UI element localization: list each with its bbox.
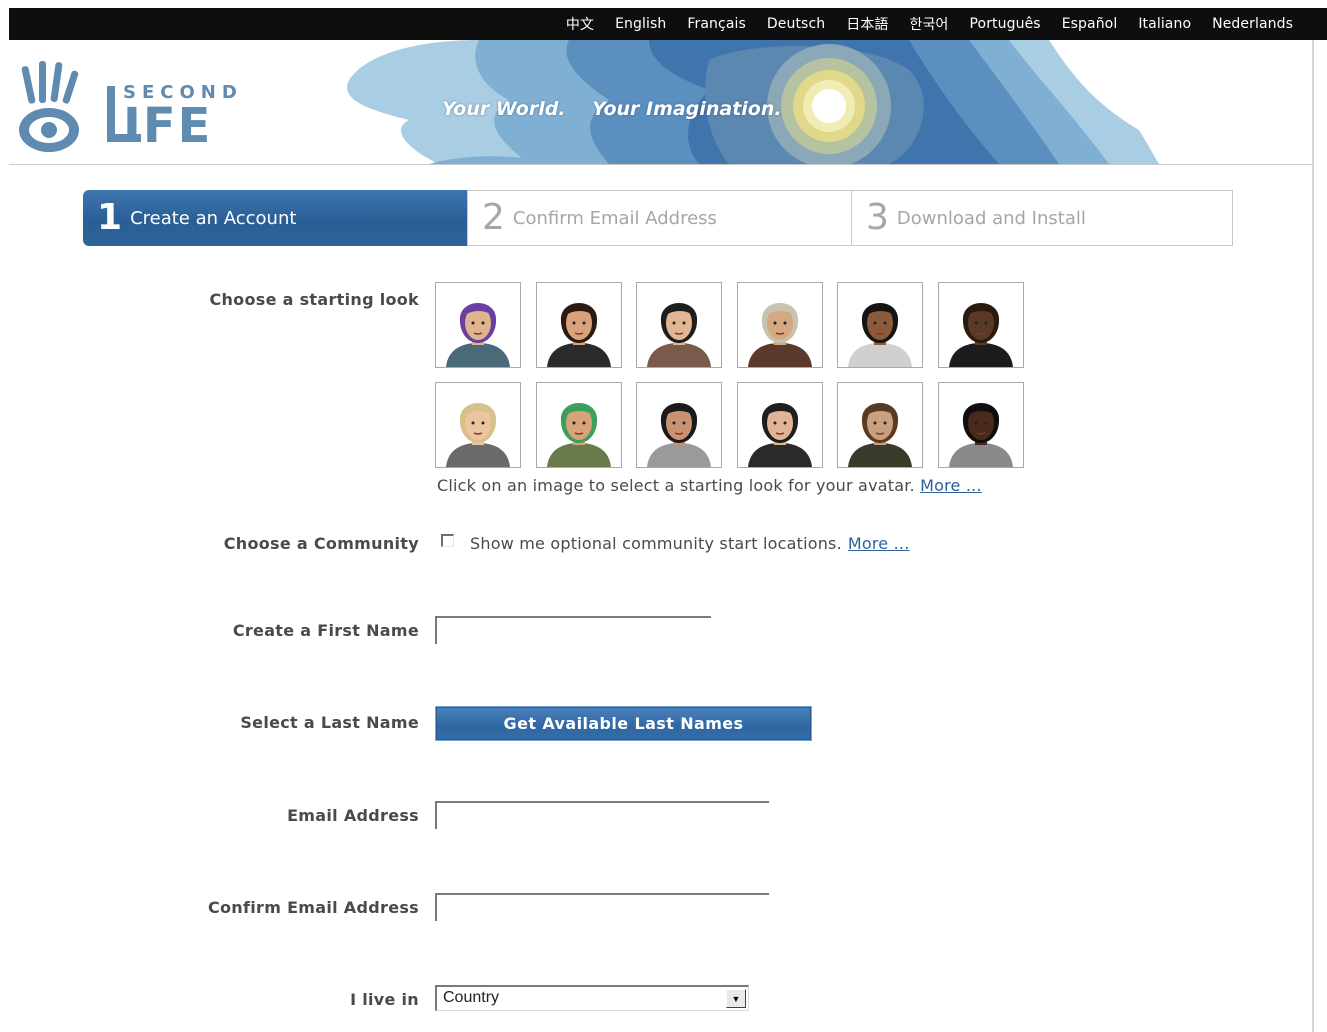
step-number: 2 bbox=[482, 197, 505, 238]
avatar-option-5[interactable] bbox=[837, 282, 923, 368]
step-label: Create an Account bbox=[130, 207, 297, 229]
header-banner: SECOND IFE Your World. Your Imagination. bbox=[9, 40, 1312, 165]
avatar-option-9[interactable] bbox=[636, 381, 722, 468]
avatar-help-text: Click on an image to select a starting l… bbox=[437, 476, 982, 495]
first-name-input[interactable] bbox=[435, 616, 711, 644]
community-checkbox[interactable] bbox=[441, 534, 454, 547]
lang-dutch[interactable]: Nederlands bbox=[1212, 16, 1293, 32]
step-number: 1 bbox=[97, 197, 123, 238]
avatar-option-8[interactable] bbox=[535, 381, 622, 468]
avatar-portrait-icon bbox=[546, 402, 611, 467]
lang-german[interactable]: Deutsch bbox=[767, 16, 825, 32]
lang-french[interactable]: Français bbox=[687, 16, 746, 32]
avatar-option-3[interactable] bbox=[636, 282, 722, 368]
avatar-option-10[interactable] bbox=[736, 381, 823, 468]
step-label: Download and Install bbox=[896, 207, 1086, 229]
confirm-email-input[interactable] bbox=[435, 893, 769, 921]
avatar-option-2[interactable] bbox=[535, 282, 622, 368]
language-bar: 中文 English Français Deutsch 日本語 한국어 Port… bbox=[9, 8, 1327, 40]
avatar-portrait-icon bbox=[948, 402, 1013, 467]
avatar-portrait-icon bbox=[747, 303, 812, 367]
language-list: 中文 English Français Deutsch 日本語 한국어 Port… bbox=[545, 8, 1293, 40]
email-label: Email Address bbox=[287, 806, 419, 825]
lang-italian[interactable]: Italiano bbox=[1138, 16, 1191, 32]
step-number: 3 bbox=[866, 197, 889, 238]
avatar-portrait-icon bbox=[546, 303, 611, 367]
dropdown-arrow-icon[interactable]: ▼ bbox=[726, 989, 746, 1008]
avatar-portrait-icon bbox=[848, 402, 912, 467]
community-checkbox-label: Show me optional community start locatio… bbox=[470, 534, 842, 553]
lang-spanish[interactable]: Español bbox=[1062, 16, 1118, 32]
step-label: Confirm Email Address bbox=[512, 207, 717, 229]
tagline-part-1: Your World. bbox=[442, 98, 566, 120]
lang-english[interactable]: English bbox=[615, 16, 666, 32]
get-last-names-button[interactable]: Get Available Last Names bbox=[435, 706, 812, 741]
avatar-option-12[interactable] bbox=[937, 381, 1024, 468]
avatar-option-7[interactable] bbox=[435, 381, 521, 468]
signup-steps: 1 Create an Account 2 Confirm Email Addr… bbox=[83, 190, 1233, 246]
tagline-part-2: Your Imagination. bbox=[592, 98, 782, 120]
starting-look-label: Choose a starting look bbox=[209, 290, 419, 309]
first-name-label: Create a First Name bbox=[232, 621, 419, 640]
second-life-logo: SECOND IFE bbox=[19, 61, 237, 154]
svg-text:IFE: IFE bbox=[123, 98, 212, 154]
country-selected-value: Country bbox=[443, 989, 500, 1006]
step-create-account: 1 Create an Account bbox=[83, 190, 467, 246]
avatar-option-1[interactable] bbox=[435, 282, 521, 368]
avatar-portrait-icon bbox=[948, 303, 1013, 367]
country-select[interactable]: Country ▼ bbox=[435, 985, 749, 1011]
lang-japanese[interactable]: 日本語 bbox=[846, 14, 888, 34]
avatar-option-11[interactable] bbox=[837, 381, 923, 468]
avatar-portrait-icon bbox=[446, 402, 510, 467]
step-download-install: 3 Download and Install bbox=[851, 190, 1233, 246]
community-more-link[interactable]: More ... bbox=[848, 534, 910, 553]
avatar-portrait-icon bbox=[446, 303, 510, 367]
lang-portuguese[interactable]: Português bbox=[969, 16, 1040, 32]
avatar-help-sentence: Click on an image to select a starting l… bbox=[437, 476, 915, 495]
country-label: I live in bbox=[350, 990, 419, 1009]
avatar-portrait-icon bbox=[647, 303, 711, 367]
page-margin-left bbox=[0, 0, 9, 1032]
community-option: Show me optional community start locatio… bbox=[441, 534, 909, 553]
banner-tagline: Your World. Your Imagination. bbox=[442, 98, 782, 120]
avatar-portrait-icon bbox=[647, 402, 711, 467]
last-name-label: Select a Last Name bbox=[240, 713, 419, 732]
avatar-portrait-icon bbox=[848, 303, 912, 367]
email-input[interactable] bbox=[435, 801, 769, 829]
avatar-option-4[interactable] bbox=[736, 282, 823, 368]
lang-chinese[interactable]: 中文 bbox=[566, 14, 594, 34]
step-confirm-email: 2 Confirm Email Address bbox=[467, 190, 851, 246]
community-label: Choose a Community bbox=[223, 534, 419, 553]
lang-korean[interactable]: 한국어 bbox=[910, 14, 949, 34]
avatar-more-link[interactable]: More ... bbox=[920, 476, 982, 495]
avatar-portrait-icon bbox=[747, 402, 812, 467]
avatar-option-6[interactable] bbox=[937, 282, 1024, 368]
page-divider-right bbox=[1312, 40, 1314, 1032]
confirm-email-label: Confirm Email Address bbox=[207, 898, 419, 917]
